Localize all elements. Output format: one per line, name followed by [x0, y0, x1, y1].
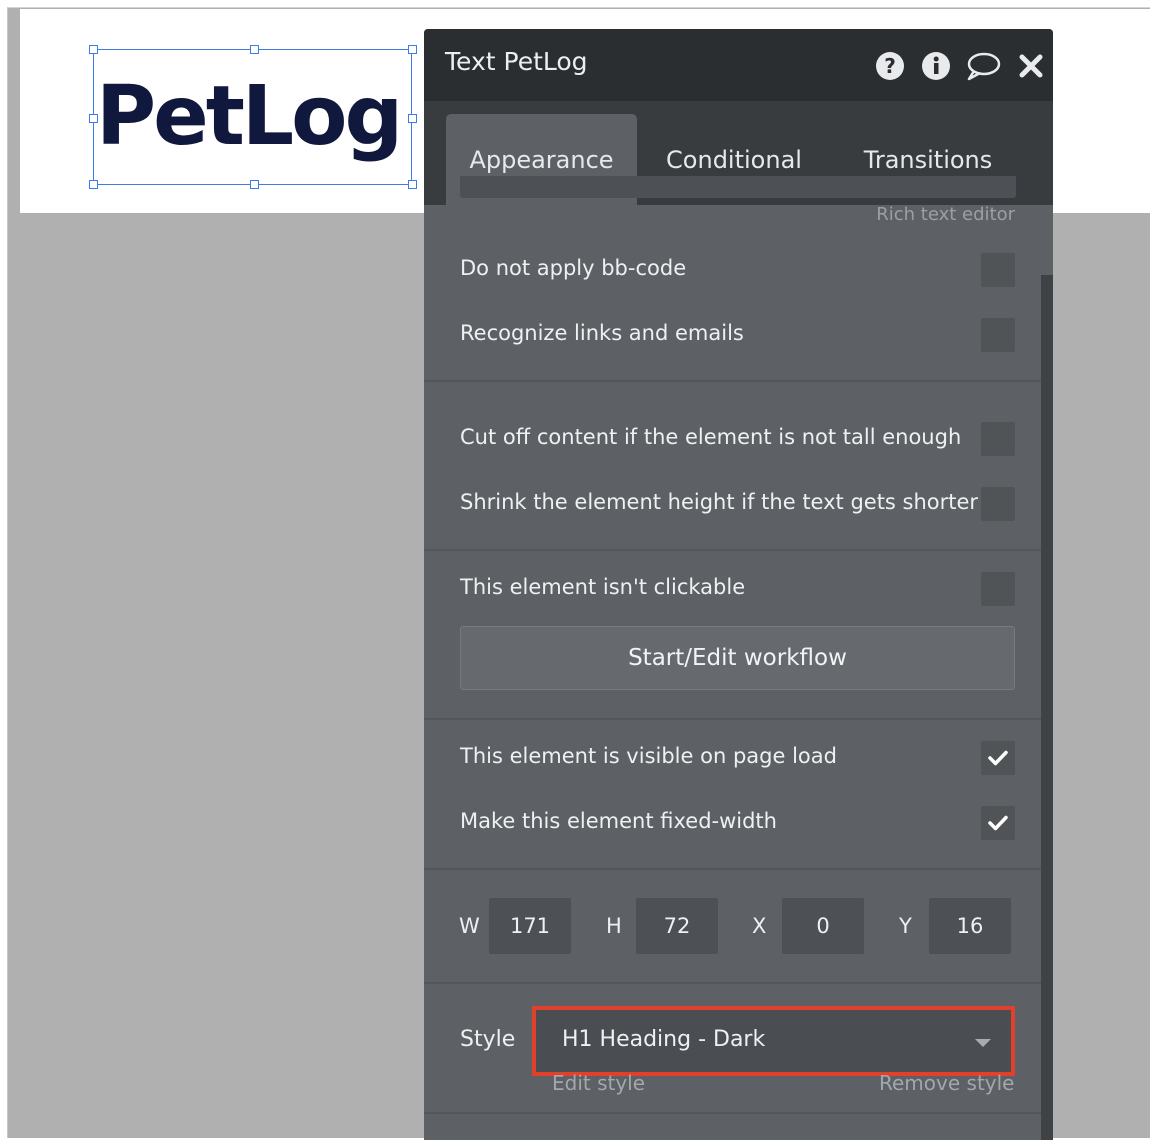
- checkbox-recognize-links[interactable]: [981, 318, 1015, 352]
- checkmark-icon: [988, 750, 1008, 766]
- checkbox-cut-off-content[interactable]: [981, 422, 1015, 456]
- text-content-field[interactable]: [460, 176, 1016, 198]
- option-label-cut-off-content: Cut off content if the element is not ta…: [460, 425, 962, 449]
- resize-handle-top[interactable]: [250, 45, 259, 54]
- panel-title: Text PetLog: [445, 47, 588, 76]
- checkbox-not-clickable[interactable]: [981, 572, 1015, 606]
- rich-text-editor-link[interactable]: Rich text editor: [876, 204, 1015, 225]
- option-label-visible-on-load: This element is visible on page load: [460, 744, 837, 768]
- resize-handle-bottom-right[interactable]: [408, 180, 417, 189]
- resize-handle-bottom[interactable]: [250, 180, 259, 189]
- resize-handle-left[interactable]: [89, 114, 98, 123]
- checkbox-visible-on-load[interactable]: [981, 741, 1015, 775]
- section-divider: [424, 549, 1041, 551]
- x-input[interactable]: 0: [782, 898, 864, 954]
- section-divider: [424, 718, 1041, 720]
- property-editor-panel: Text PetLog ? Appearance Conditional Tra…: [424, 29, 1053, 1140]
- width-input[interactable]: 171: [489, 898, 571, 954]
- checkbox-bb-code[interactable]: [981, 253, 1015, 287]
- panel-header: Text PetLog ?: [424, 29, 1053, 101]
- resize-handle-top-left[interactable]: [89, 45, 98, 54]
- start-edit-workflow-button[interactable]: Start/Edit workflow: [460, 626, 1015, 690]
- style-label: Style: [460, 1027, 516, 1052]
- checkbox-fixed-width[interactable]: [981, 806, 1015, 840]
- y-input[interactable]: 16: [929, 898, 1011, 954]
- checkbox-shrink-height[interactable]: [981, 487, 1015, 521]
- close-icon[interactable]: [1016, 51, 1046, 81]
- style-selected-value: H1 Heading - Dark: [562, 1027, 766, 1052]
- style-dropdown[interactable]: H1 Heading - Dark: [532, 1006, 1015, 1076]
- option-label-bb-code: Do not apply bb-code: [460, 256, 687, 280]
- x-label: X: [752, 914, 767, 938]
- help-icon[interactable]: ?: [875, 51, 905, 81]
- section-divider: [424, 380, 1041, 382]
- logo-text: PetLog: [96, 69, 403, 164]
- option-label-not-clickable: This element isn't clickable: [460, 575, 746, 599]
- y-label: Y: [899, 914, 912, 938]
- resize-handle-right[interactable]: [408, 114, 417, 123]
- chevron-down-icon: [975, 1039, 991, 1047]
- option-label-recognize-links: Recognize links and emails: [460, 321, 744, 345]
- checkmark-icon: [988, 815, 1008, 831]
- resize-handle-top-right[interactable]: [408, 45, 417, 54]
- section-divider: [424, 1112, 1041, 1114]
- panel-scrollbar[interactable]: [1041, 275, 1053, 1140]
- edit-style-link[interactable]: Edit style: [552, 1071, 645, 1095]
- info-icon[interactable]: [921, 51, 951, 81]
- option-label-shrink-height: Shrink the element height if the text ge…: [460, 490, 979, 514]
- remove-style-link[interactable]: Remove style: [879, 1071, 1014, 1095]
- height-label: H: [606, 914, 622, 938]
- comment-icon[interactable]: [965, 51, 1001, 81]
- section-divider: [424, 868, 1041, 870]
- height-input[interactable]: 72: [636, 898, 718, 954]
- option-label-fixed-width: Make this element fixed-width: [460, 809, 777, 833]
- selected-text-element[interactable]: PetLog: [93, 49, 412, 185]
- width-label: W: [459, 914, 480, 938]
- svg-text:?: ?: [884, 54, 896, 78]
- resize-handle-bottom-left[interactable]: [89, 180, 98, 189]
- section-divider: [424, 982, 1041, 984]
